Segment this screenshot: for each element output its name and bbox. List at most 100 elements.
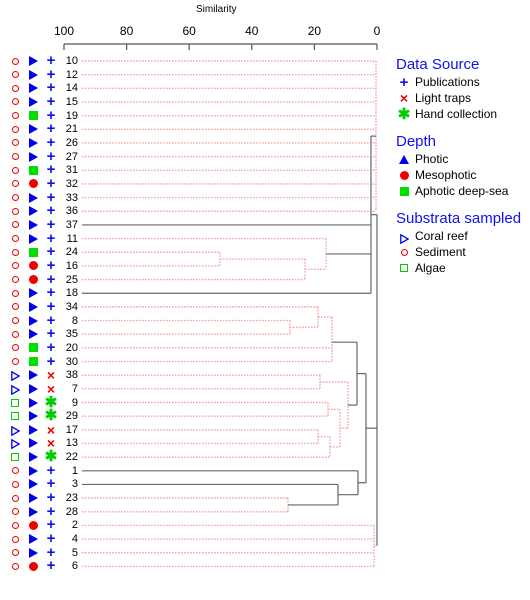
depth-marker [26,204,40,218]
leaf-label: 3 [71,478,78,491]
substrata-marker [8,68,22,82]
legend-item: × Light traps [396,90,530,106]
leaf-label: 18 [65,287,78,300]
legend-item-label: Algae [415,261,446,275]
leaf-label: 37 [65,218,78,231]
circle-open-icon [396,248,412,256]
depth-marker [26,423,40,437]
leaf-label: 10 [65,55,78,67]
square-open-icon [400,264,408,272]
substrata-marker [8,259,22,273]
leaf-label: 19 [65,109,78,122]
legend-item-label: Light traps [415,91,472,105]
circle-open-icon [11,194,19,202]
legend-item: Sediment [396,244,530,260]
leaf-label: 31 [65,164,78,177]
plus-icon: + [46,557,56,575]
circle-open-icon [11,480,19,488]
leaf-label: 38 [65,369,78,382]
substrata-marker [8,109,22,123]
triangle-right-filled-icon [28,56,38,66]
circle-open-icon [11,535,19,543]
depth-marker [26,532,40,546]
plus-icon: + [399,73,409,91]
depth-marker [26,191,40,205]
leaf-label: 33 [65,191,78,204]
circle-filled-icon [28,561,38,571]
substrata-marker [8,218,22,232]
legend-group-title: Substrata sampled [396,210,522,227]
triangle-up-filled-icon [396,154,412,164]
depth-marker [26,163,40,177]
legend-item-label: Aphotic deep-sea [415,184,509,198]
triangle-right-filled-icon [28,493,38,504]
depth-marker [26,396,40,410]
triangle-up-filled-icon [399,154,409,164]
circle-open-icon [11,276,19,284]
substrata-marker [8,423,22,437]
depth-marker [26,54,40,68]
leaf-label: 21 [65,123,78,136]
depth-marker [26,122,40,136]
triangle-right-filled-icon [28,383,38,394]
square-open-icon [11,412,19,421]
substrata-marker [8,204,22,218]
leaf-label: 32 [65,177,78,190]
substrata-marker [8,191,22,205]
leaf-label: 1 [71,464,78,477]
substrata-marker [8,95,22,109]
circle-filled-icon [28,520,38,530]
leaf-label: 8 [71,314,78,327]
square-filled-icon [399,186,409,196]
dendrogram-figure: 100 80 60 40 20 0 Similarity +10 +12 +14 +15 +19 +… [0,0,530,600]
leaf-label: 7 [71,382,78,395]
square-filled-icon [28,357,38,367]
leaf-label: 34 [65,300,78,313]
substrata-marker [8,450,22,464]
substrata-marker [8,546,22,560]
square-filled-icon [396,186,412,196]
leaf-label: 23 [65,492,78,505]
substrata-marker [8,436,22,450]
legend-item-label: Hand collection [415,107,498,121]
circle-open-icon [11,549,19,557]
triangle-open-icon [10,370,21,382]
leaf-label: 27 [65,150,78,163]
circle-open-icon [11,84,19,92]
depth-marker [26,518,40,532]
triangle-right-filled-icon [28,151,38,162]
circle-open-icon [11,71,19,79]
leaf-label: 25 [65,273,78,286]
substrata-marker [8,150,22,164]
substrata-marker [8,314,22,328]
depth-marker [26,559,40,573]
legend-group-title: Depth [396,133,437,150]
circle-open-icon [11,330,19,338]
depth-marker [26,450,40,464]
triangle-open-icon [10,438,21,450]
circle-filled-icon [28,275,38,285]
circle-open-icon [11,139,19,147]
triangle-right-filled-icon [28,83,38,94]
leaf-label: 17 [65,423,78,436]
depth-marker [26,232,40,246]
legend: Data Source + Publications × Light traps ✱ Han… [396,56,530,276]
triangle-right-filled-icon [28,438,38,449]
leaf-label: 35 [65,328,78,341]
depth-marker [26,341,40,355]
circle-open-icon [11,248,19,256]
substrata-marker [8,355,22,369]
triangle-right-filled-icon [28,69,38,80]
legend-item-label: Photic [415,152,449,166]
leaf-label: 15 [65,95,78,108]
circle-open-icon [11,125,19,133]
circle-open-icon [11,508,19,516]
asterisk-icon: ✱ [397,106,411,123]
legend-group-title: Data Source [396,56,480,73]
square-filled-icon [28,247,38,257]
substrata-marker [8,300,22,314]
triangle-open-icon [396,231,412,245]
substrata-marker [8,396,22,410]
depth-marker [26,464,40,478]
depth-marker [26,245,40,259]
